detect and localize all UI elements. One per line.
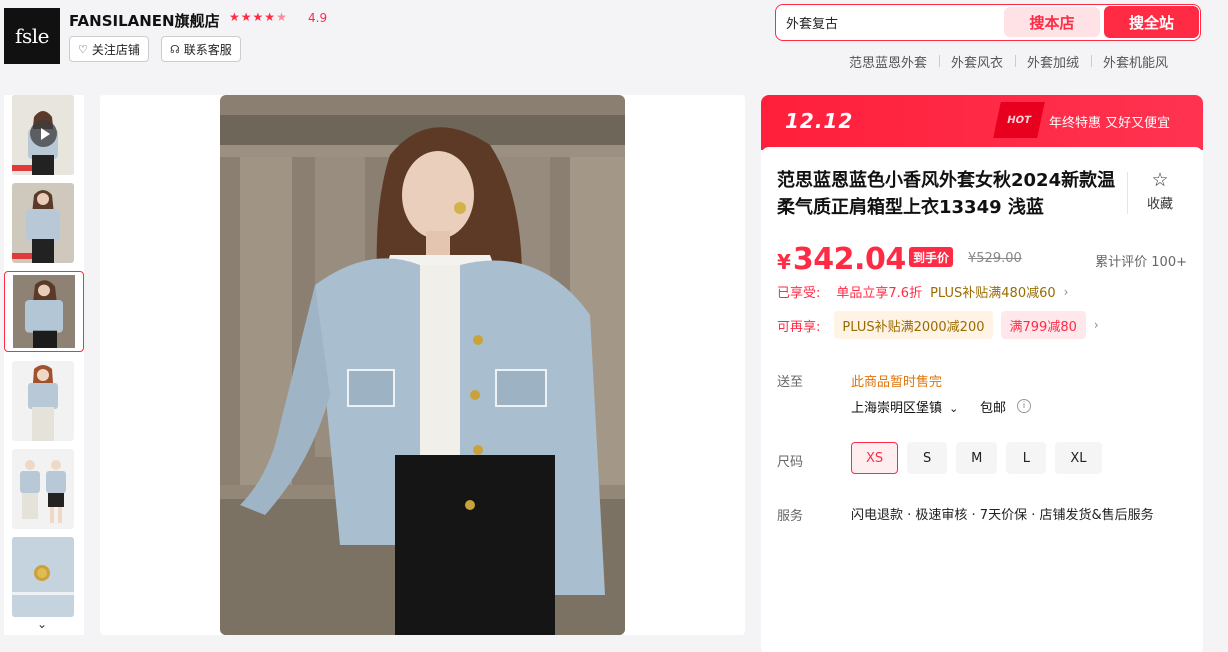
hot-search-words: 范思蓝恩外套 外套风衣 外套加绒 外套机能风	[837, 52, 1180, 71]
coupon-full-reduction[interactable]: 满799减80	[1000, 311, 1086, 339]
thumbnail-image-active[interactable]	[4, 271, 84, 352]
thumbnail-image[interactable]	[12, 537, 74, 617]
discount-single: 单品立享7.6折	[836, 286, 923, 301]
hot-word-link[interactable]: 外套加绒	[1014, 52, 1091, 71]
contact-service-label: 联系客服	[183, 42, 232, 57]
size-option-m[interactable]: M	[956, 442, 998, 474]
search-shop-button[interactable]: 搜本店	[1004, 7, 1100, 37]
size-option-xl[interactable]: XL	[1055, 442, 1102, 474]
chevron-down-icon: ⌄	[949, 402, 959, 415]
thumbnail-image[interactable]	[12, 449, 74, 529]
chevron-right-icon[interactable]: ›	[1094, 318, 1099, 332]
coupon-plus[interactable]: PLUS补贴满2000减200	[834, 311, 993, 339]
review-count[interactable]: 累计评价 100+	[1095, 251, 1187, 270]
header: fsle FANSILANEN旗舰店 ★ ★ ★ ★ ★ 4.9 ♡ 关注店铺 ☊ 联系…	[0, 0, 1228, 90]
hot-badge: HOT	[993, 102, 1045, 138]
promo-event: 12.12	[785, 109, 854, 133]
size-option-s[interactable]: S	[907, 442, 948, 474]
promo-banner: 12.12 HOT 年终特惠 又好又便宜	[761, 95, 1203, 150]
enjoyed-label: 已享受:	[777, 286, 821, 301]
half-star-icon: ★	[276, 10, 287, 24]
discount-plus: PLUS补贴满480减60	[930, 286, 1056, 301]
rating-stars: ★ ★ ★ ★ ★	[229, 10, 287, 24]
follow-shop-button[interactable]: ♡ 关注店铺	[69, 36, 149, 62]
info-icon[interactable]: i	[1017, 399, 1031, 413]
chevron-down-icon[interactable]: ⌄	[37, 617, 47, 631]
favorite-label: 收藏	[1146, 197, 1173, 212]
star-icon: ★	[229, 10, 240, 24]
search-bar: 搜本店 搜全站	[775, 4, 1201, 41]
price-value: 342.04	[792, 242, 906, 277]
hot-word-link[interactable]: 外套机能风	[1090, 52, 1180, 71]
price-symbol: ¥	[777, 250, 791, 274]
hot-word-link[interactable]: 外套风衣	[938, 52, 1015, 71]
follow-shop-label: 关注店铺	[91, 42, 140, 57]
play-icon	[30, 120, 57, 147]
product-details: 范思蓝恩蓝色小香风外套女秋2024新款温柔气质正肩箱型上衣13349 浅蓝 ☆ …	[761, 147, 1203, 652]
free-shipping: 包邮	[980, 401, 1007, 416]
search-input[interactable]	[786, 11, 996, 33]
heart-icon: ♡	[78, 42, 88, 56]
shop-rating: 4.9	[308, 11, 328, 25]
size-option-l[interactable]: L	[1006, 442, 1047, 474]
product-title: 范思蓝恩蓝色小香风外套女秋2024新款温柔气质正肩箱型上衣13349 浅蓝	[777, 170, 1116, 218]
more-discounts: 可再享: PLUS补贴满2000减200 满799减80 ›	[777, 311, 1099, 339]
main-image-area	[100, 95, 745, 635]
thumbnail-image[interactable]	[12, 183, 74, 263]
product-photo[interactable]	[220, 95, 625, 635]
service-list: 闪电退款 · 极速审核 · 7天价保 · 店铺发货&售后服务	[851, 508, 1154, 523]
location-text: 上海崇明区堡镇	[851, 401, 943, 416]
star-icon: ★	[264, 10, 276, 24]
more-label: 可再享:	[777, 319, 821, 335]
search-all-button[interactable]: 搜全站	[1104, 6, 1199, 38]
star-icon: ★	[252, 10, 264, 24]
headset-icon: ☊	[170, 42, 180, 56]
favorite-button[interactable]: ☆ 收藏	[1135, 169, 1185, 212]
chevron-right-icon: ›	[1063, 284, 1069, 299]
size-options: XS S M L XL	[851, 442, 1102, 474]
divider	[1127, 172, 1128, 214]
final-price-tag: 到手价	[909, 247, 954, 267]
price: ¥ 342.04	[777, 242, 906, 277]
original-price: ¥529.00	[968, 251, 1022, 266]
service-label: 服务	[777, 509, 804, 524]
shop-name[interactable]: FANSILANEN旗舰店	[69, 10, 220, 31]
product-info-panel: 12.12 HOT 年终特惠 又好又便宜 范思蓝恩蓝色小香风外套女秋2024新款…	[761, 95, 1203, 652]
thumbnail-list: ⌄	[4, 95, 84, 635]
shop-logo[interactable]: fsle	[4, 8, 60, 64]
size-option-xs[interactable]: XS	[851, 442, 899, 474]
location-selector[interactable]: 上海崇明区堡镇 ⌄	[851, 397, 958, 416]
stock-status: 此商品暂时售完	[851, 375, 943, 390]
star-icon: ★	[240, 10, 252, 24]
delivery-label: 送至	[777, 375, 804, 390]
promo-text: 年终特惠 又好又便宜	[1049, 116, 1171, 131]
logo-text: fsle	[15, 24, 49, 48]
star-outline-icon: ☆	[1151, 169, 1169, 191]
enjoyed-discounts[interactable]: 已享受: 单品立享7.6折 PLUS补贴满480减60 ›	[777, 282, 1069, 302]
thumbnail-video[interactable]	[12, 95, 74, 175]
contact-service-button[interactable]: ☊ 联系客服	[161, 36, 241, 62]
hot-word-link[interactable]: 范思蓝恩外套	[837, 52, 939, 71]
size-label: 尺码	[777, 455, 804, 470]
thumbnail-image[interactable]	[12, 361, 74, 441]
